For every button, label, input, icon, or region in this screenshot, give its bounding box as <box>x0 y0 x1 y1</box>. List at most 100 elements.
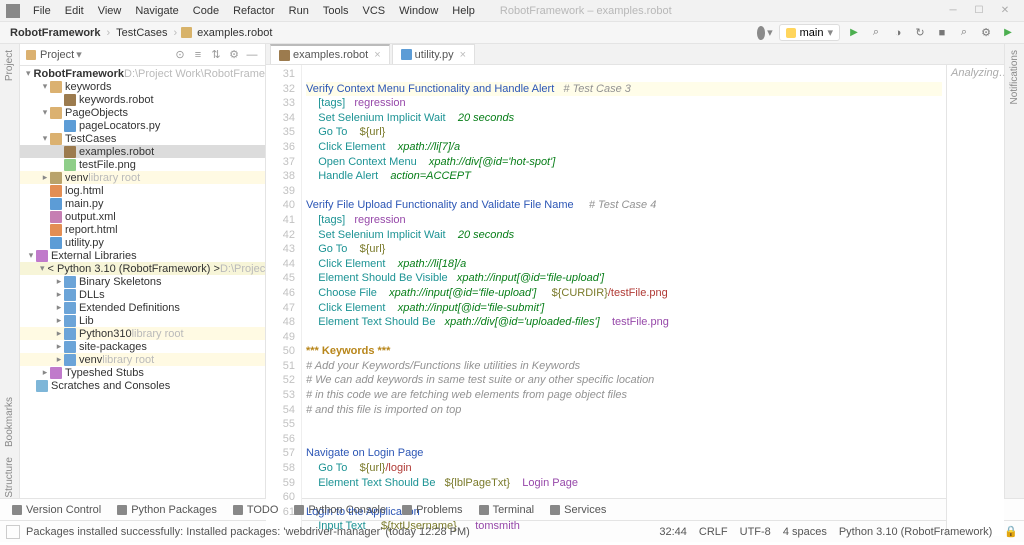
bookmarks-rail-label[interactable]: Bookmarks <box>4 397 15 447</box>
tree-folder-keywords[interactable]: ▾keywords <box>20 80 265 93</box>
menu-refactor[interactable]: Refactor <box>226 0 282 21</box>
project-rail-label[interactable]: Project <box>4 50 15 81</box>
tree-file-main-py[interactable]: main.py <box>20 197 265 210</box>
tree-file-testfile-png[interactable]: testFile.png <box>20 158 265 171</box>
menu-code[interactable]: Code <box>186 0 226 21</box>
search-icon[interactable]: ⌕ <box>956 25 972 41</box>
menu-window[interactable]: Window <box>392 0 445 21</box>
tree-dlls[interactable]: ▸DLLs <box>20 288 265 301</box>
tree-label: keywords <box>65 81 111 93</box>
tree-typeshed[interactable]: ▸Typeshed Stubs <box>20 366 265 379</box>
tree-label: Lib <box>79 315 94 327</box>
run-icon[interactable]: ▶ <box>846 25 862 41</box>
close-tab-icon[interactable]: × <box>460 49 466 61</box>
tree-file-examples-robot[interactable]: examples.robot <box>20 145 265 158</box>
debug-icon[interactable]: ⌕ <box>868 25 884 41</box>
collapse-all-icon[interactable]: ⇅ <box>207 48 225 61</box>
chevron-down-icon: ▾ <box>76 48 82 61</box>
menu-edit[interactable]: Edit <box>58 0 91 21</box>
tree-file-log-html[interactable]: log.html <box>20 184 265 197</box>
chevron-down-icon: ▾ <box>40 263 45 274</box>
menu-navigate[interactable]: Navigate <box>128 0 185 21</box>
tree-python310[interactable]: ▸Python310 library root <box>20 327 265 340</box>
tree-site-packages[interactable]: ▸site-packages <box>20 340 265 353</box>
rerun-icon[interactable]: ↻ <box>912 25 928 41</box>
tree-label: pageLocators.py <box>79 120 160 132</box>
breadcrumb-folder[interactable]: TestCases <box>114 27 169 39</box>
menu-tools[interactable]: Tools <box>316 0 356 21</box>
services-tab[interactable]: Services <box>542 504 614 516</box>
notifications-rail-label[interactable]: Notifications <box>1009 50 1020 104</box>
version-control-tab[interactable]: Version Control <box>4 504 109 516</box>
run-target-icon[interactable]: ▶ <box>1000 25 1016 41</box>
tree-folder-testcases[interactable]: ▾TestCases <box>20 132 265 145</box>
tab-examples-robot[interactable]: examples.robot × <box>270 44 390 64</box>
close-icon[interactable]: ✕ <box>992 0 1018 21</box>
tree-venv2[interactable]: ▸venv library root <box>20 353 265 366</box>
project-header-icon <box>26 50 36 60</box>
settings-icon[interactable]: ⚙ <box>978 25 994 41</box>
chevron-right-icon: ▸ <box>54 341 64 352</box>
minimize-icon[interactable]: ─ <box>940 0 966 21</box>
status-caret-pos[interactable]: 32:44 <box>653 526 693 538</box>
select-opened-icon[interactable]: ⊙ <box>171 48 189 61</box>
menu-vcs[interactable]: VCS <box>356 0 393 21</box>
close-tab-icon[interactable]: × <box>374 49 380 61</box>
run-config-selector[interactable]: main ▾ <box>779 24 840 41</box>
inspections-widget[interactable]: Analyzing… <box>946 65 1004 536</box>
tree-file-output-xml[interactable]: output.xml <box>20 210 265 223</box>
right-gutter: Notifications <box>1004 44 1024 498</box>
menu-bar: File Edit View Navigate Code Refactor Ru… <box>0 0 1024 22</box>
user-icon[interactable]: ▾ <box>757 25 773 41</box>
coverage-icon[interactable]: ◑ <box>890 25 906 41</box>
menu-help[interactable]: Help <box>445 0 482 21</box>
services-icon <box>550 505 560 515</box>
chevron-down-icon: ▾ <box>40 133 50 144</box>
status-indent[interactable]: 4 spaces <box>777 526 833 538</box>
status-encoding[interactable]: UTF-8 <box>734 526 777 538</box>
tree-label: main.py <box>65 198 104 210</box>
problems-tab[interactable]: Problems <box>394 504 470 516</box>
tool-window-toggle-icon[interactable] <box>6 525 20 539</box>
python-console-tab[interactable]: Python Console <box>286 504 394 516</box>
hide-icon[interactable]: — <box>243 49 261 61</box>
tree-folder-pageobjects[interactable]: ▾PageObjects <box>20 106 265 119</box>
project-header-label[interactable]: Project <box>40 49 74 61</box>
tab-utility-py[interactable]: utility.py × <box>392 44 475 64</box>
lock-icon[interactable]: 🔒 <box>1004 525 1018 538</box>
tree-file-report-html[interactable]: report.html <box>20 223 265 236</box>
terminal-tab[interactable]: Terminal <box>471 504 543 516</box>
tree-binary-skeletons[interactable]: ▸Binary Skeletons <box>20 275 265 288</box>
folder-icon <box>64 276 76 288</box>
tree-file-utility-py[interactable]: utility.py <box>20 236 265 249</box>
structure-rail-label[interactable]: Structure <box>4 457 15 498</box>
python-packages-tab[interactable]: Python Packages <box>109 504 225 516</box>
chevron-down-icon: ▾ <box>827 26 833 39</box>
tree-root[interactable]: ▾ RobotFramework D:\Project Work\RobotFr… <box>20 67 265 80</box>
tree-python-sdk[interactable]: ▾< Python 3.10 (RobotFramework) > D:\Pro… <box>20 262 265 275</box>
expand-all-icon[interactable]: ≡ <box>189 49 207 61</box>
tree-path: D:\Project Work\Robo <box>220 263 265 275</box>
tree-external-libraries[interactable]: ▾External Libraries <box>20 249 265 262</box>
menu-file[interactable]: File <box>26 0 58 21</box>
project-tree[interactable]: ▾ RobotFramework D:\Project Work\RobotFr… <box>20 66 265 498</box>
todo-tab[interactable]: TODO <box>225 504 287 516</box>
status-line-sep[interactable]: CRLF <box>693 526 734 538</box>
tree-extended-definitions[interactable]: ▸Extended Definitions <box>20 301 265 314</box>
tree-folder-venv[interactable]: ▸venv library root <box>20 171 265 184</box>
editor-code[interactable]: Verify Context Menu Functionality and Ha… <box>302 65 946 536</box>
tree-scratches[interactable]: Scratches and Consoles <box>20 379 265 392</box>
menu-run[interactable]: Run <box>282 0 316 21</box>
stop-icon[interactable]: ■ <box>934 25 950 41</box>
maximize-icon[interactable]: ☐ <box>966 0 992 21</box>
folder-icon <box>64 354 76 366</box>
tree-file-pagelocators[interactable]: pageLocators.py <box>20 119 265 132</box>
breadcrumb-file[interactable]: examples.robot <box>195 27 274 39</box>
menu-view[interactable]: View <box>91 0 129 21</box>
status-interpreter[interactable]: Python 3.10 (RobotFramework) <box>833 526 998 538</box>
breadcrumb-root[interactable]: RobotFramework <box>8 27 102 39</box>
tree-lib[interactable]: ▸Lib <box>20 314 265 327</box>
tree-file-keywords-robot[interactable]: keywords.robot <box>20 93 265 106</box>
gear-icon[interactable]: ⚙ <box>225 48 243 61</box>
editor-gutter: 3132333435363738394041424344454647484950… <box>266 65 302 536</box>
